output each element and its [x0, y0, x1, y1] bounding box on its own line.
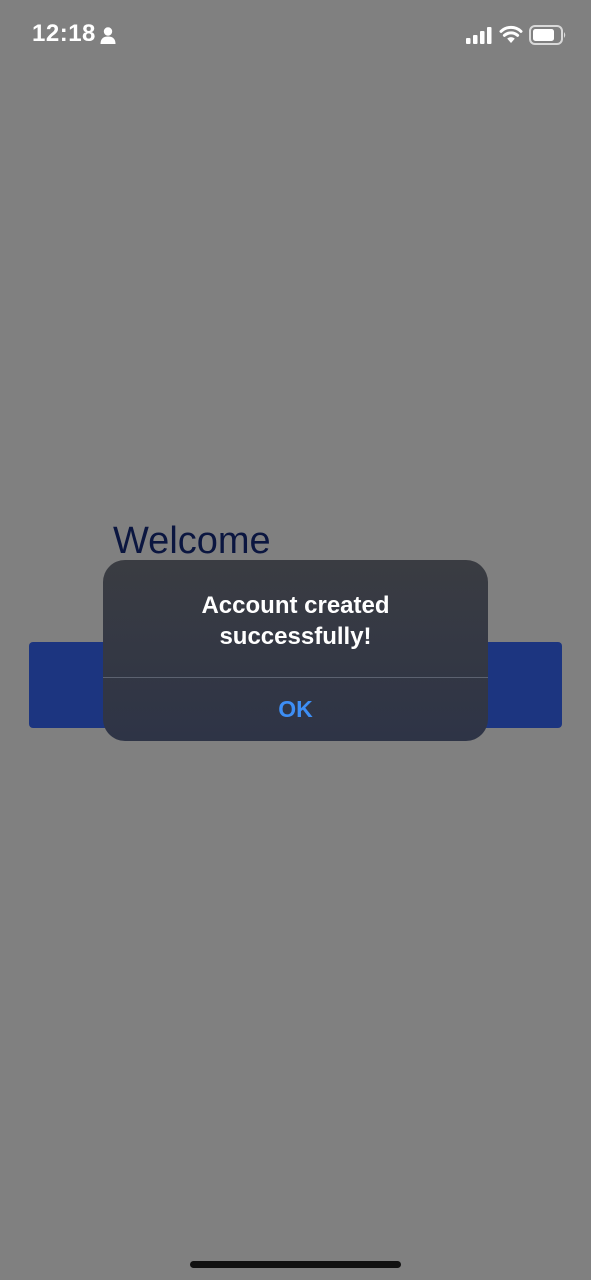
person-icon [100, 27, 116, 44]
page-title: Welcome [113, 520, 271, 562]
wifi-icon [499, 25, 523, 43]
battery-icon [529, 25, 566, 45]
alert-dialog: Account created successfully! OK [103, 560, 488, 741]
alert-ok-button[interactable]: OK [103, 678, 488, 741]
status-bar: 12:18 [0, 0, 591, 72]
status-time: 12:18 [32, 20, 96, 47]
alert-message: Account created successfully! [201, 592, 390, 650]
signal-icon [466, 27, 492, 44]
home-indicator[interactable] [190, 1261, 401, 1268]
screen: 12:18 Welcome Account created successful… [0, 0, 591, 1280]
